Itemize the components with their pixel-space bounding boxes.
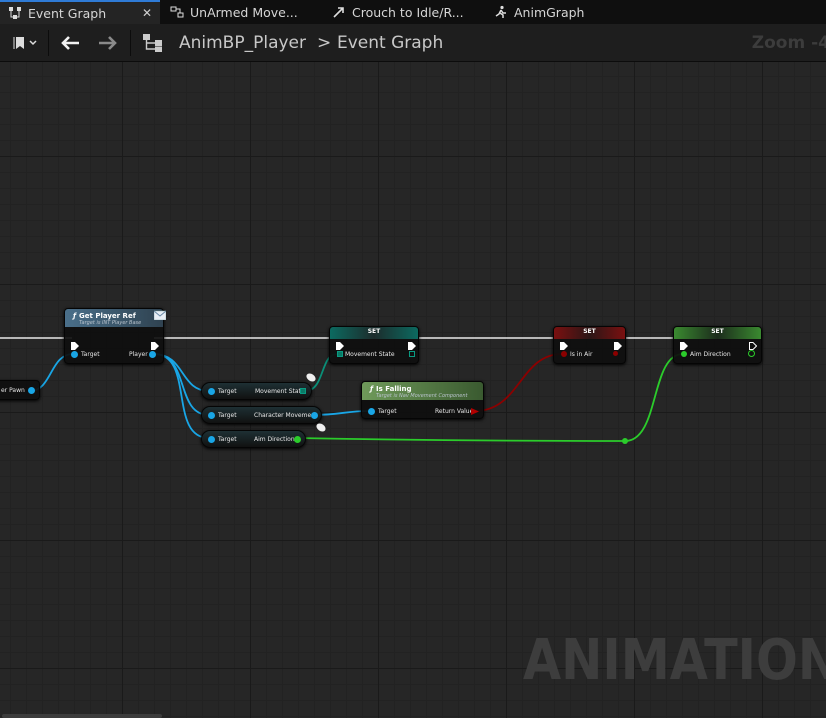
node-title: Get Player Ref [79,312,136,320]
tab-crouch-to-idle[interactable]: Crouch to Idle/R... [324,0,484,24]
pin-label: Return Value [435,408,474,415]
bookmark-icon [13,37,37,49]
target-pin[interactable] [368,408,375,415]
breadcrumb-current: Event Graph [337,33,444,53]
vector-pin[interactable] [294,436,301,443]
pin-label: Character Movement [254,412,318,419]
target-pin[interactable] [208,412,215,419]
node-subtitle: Target is Nav Movement Component [376,393,468,399]
exec-out-pin[interactable] [614,335,622,350]
exec-out-pin[interactable] [408,335,416,350]
breadcrumb-separator: > [317,33,332,53]
function-icon: ƒ [73,312,77,320]
graph-hierarchy-icon [140,32,166,54]
pin-label: Player [129,351,148,358]
player-pin[interactable] [149,351,156,358]
exec-in-pin[interactable] [336,335,344,350]
pin-label: Aim Direction [690,351,731,358]
vector-wire [624,353,684,442]
node-title: SET [583,328,596,335]
pin-label: Movement State [345,351,395,358]
pin-label: Target [81,351,100,358]
object-pin[interactable] [311,412,318,419]
tab-label: Crouch to Idle/R... [352,4,464,20]
bool-pin[interactable] [561,351,567,357]
close-icon[interactable]: ✕ [142,6,152,20]
graph-type-watermark: ANIMATION [523,628,826,693]
node-set-aim-direction[interactable]: SET Aim Direction [673,326,762,364]
exec-out-pin[interactable] [151,335,159,350]
breadcrumb-root[interactable]: AnimBP_Player [179,33,306,53]
node-get-aim-direction[interactable]: Target Aim Direction [201,430,306,448]
pin-label: Target [378,408,397,415]
node-title: Is Falling [376,385,412,393]
node-get-character-movement[interactable]: Target Character Movement [201,406,322,424]
state-machine-icon [170,5,184,19]
pin-label: Target [218,412,237,419]
graph-icon [8,6,22,20]
reroute-node[interactable] [622,438,628,444]
transition-icon [332,5,346,19]
pin-label: Is in Air [570,351,593,358]
pin-label: Aim Direction [254,436,295,443]
bool-out-pin[interactable] [613,351,618,356]
object-wire [153,353,210,439]
horizontal-scrollbar[interactable] [2,714,162,718]
node-subtitle: Target is INT Player Base [79,320,142,326]
tab-label: UnArmed Move... [190,4,298,20]
bookmark-dropdown-button[interactable] [8,32,44,54]
tab-event-graph[interactable]: Event Graph ✕ [0,0,160,24]
enum-pin[interactable] [337,351,343,357]
node-is-falling[interactable]: ƒ Is Falling Target is Nav Movement Compo… [361,381,484,419]
vector-pin[interactable] [681,351,687,357]
bool-wire [474,353,563,412]
event-graph-canvas[interactable]: er Pawn ƒ Get Player Ref Target is INT Pl… [0,62,826,718]
vector-out-pin[interactable] [748,350,755,357]
node-header: ƒ Get Player Ref Target is INT Player Bas… [65,309,163,327]
graph-toolbar: AnimBP_Player > Event Graph Zoom -4 [0,24,826,62]
toolbar-divider [130,30,131,56]
pin-label: er Pawn [1,387,25,394]
exec-in-pin[interactable] [71,335,79,350]
enum-out-pin[interactable] [409,351,415,357]
node-title: SET [367,328,381,335]
running-figure-icon [494,5,508,19]
node-get-player-ref[interactable]: ƒ Get Player Ref Target is INT Player Bas… [64,308,164,364]
forward-button[interactable] [94,32,122,54]
target-pin[interactable] [71,351,78,358]
zoom-level: Zoom -4 [751,33,826,53]
node-set-movement-state[interactable]: SET Movement State [329,326,419,364]
tab-anim-graph[interactable]: AnimGraph [486,0,646,24]
tab-label: AnimGraph [514,4,585,20]
target-pin[interactable] [208,436,215,443]
exec-in-pin[interactable] [680,335,688,350]
exec-out-pin[interactable] [749,335,758,350]
pin-label: Movement State [255,388,305,395]
object-pin[interactable] [28,387,35,394]
target-pin[interactable] [208,388,215,395]
pin-label: Target [218,388,237,395]
arrow-right-icon [99,36,117,50]
arrow-left-icon [61,36,79,50]
tab-label: Event Graph [28,5,107,21]
node-get-movement-state[interactable]: Target Movement State [201,382,312,400]
node-try-get-pawn-owner[interactable]: er Pawn [0,380,40,400]
back-button[interactable] [56,32,84,54]
exec-in-pin[interactable] [560,335,568,350]
message-icon [153,305,167,321]
vector-wire [295,437,626,442]
function-icon: ƒ [370,385,374,393]
pin-label: Target [218,436,237,443]
bool-pin[interactable] [471,408,479,415]
node-set-is-in-air[interactable]: SET Is in Air [553,326,626,364]
enum-pin[interactable] [300,388,306,394]
node-title: SET [711,328,724,335]
node-header: ƒ Is Falling Target is Nav Movement Compo… [362,382,483,400]
toolbar-divider [48,30,49,56]
tab-unarmed-movement[interactable]: UnArmed Move... [162,0,322,24]
tab-bar: Event Graph ✕ UnArmed Move... Crouch to … [0,0,826,24]
